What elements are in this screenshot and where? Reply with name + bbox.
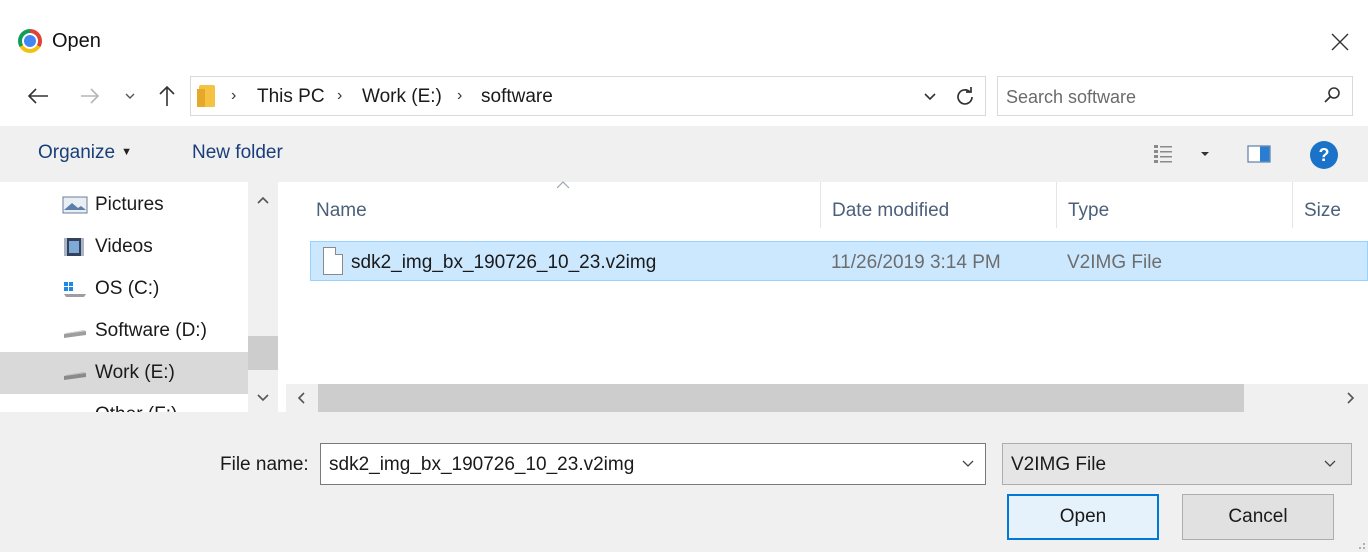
search-icon — [1324, 87, 1340, 103]
forward-button[interactable] — [72, 78, 108, 114]
help-button[interactable]: ? — [1310, 141, 1338, 169]
column-divider[interactable] — [820, 182, 821, 228]
forward-arrow-icon — [81, 88, 100, 104]
horizontal-scrollbar-thumb[interactable] — [318, 384, 1244, 412]
chevron-left-icon — [297, 392, 305, 404]
organize-label: Organize — [38, 142, 116, 163]
breadcrumb-separator-icon: › — [457, 87, 463, 104]
column-header-name[interactable]: Name — [316, 200, 367, 222]
folder-icon — [197, 85, 215, 107]
scroll-up-button[interactable] — [248, 188, 278, 212]
chrome-icon — [18, 29, 42, 53]
preview-pane-icon — [1247, 145, 1271, 163]
close-icon — [1331, 33, 1349, 51]
file-name-input[interactable] — [329, 452, 939, 478]
command-toolbar: Organize ▼ New folder — [0, 126, 1368, 182]
breadcrumb-this-pc[interactable]: This PC — [257, 86, 325, 108]
file-date-cell: 11/26/2019 3:14 PM — [831, 252, 1001, 273]
chevron-up-icon — [257, 196, 269, 204]
nav-item-pictures[interactable]: Pictures — [0, 184, 248, 226]
nav-item-label: Software (D:) — [95, 320, 207, 341]
nav-item-videos[interactable]: Videos — [0, 226, 248, 268]
chevron-down-icon — [1324, 460, 1336, 467]
scroll-right-button[interactable] — [1336, 384, 1366, 412]
chevron-down-icon — [257, 394, 269, 402]
breadcrumb-separator-icon: › — [231, 87, 237, 104]
title-bar: Open — [0, 0, 1368, 80]
os-drive-icon — [64, 282, 86, 297]
scroll-down-button[interactable] — [248, 386, 278, 410]
up-button[interactable] — [152, 78, 182, 114]
caret-down-icon — [1201, 152, 1209, 156]
column-header-type[interactable]: Type — [1068, 200, 1109, 222]
table-row[interactable]: sdk2_img_bx_190726_10_23.v2img 11/26/201… — [310, 241, 1368, 281]
breadcrumb-work-drive[interactable]: Work (E:) — [362, 86, 442, 108]
change-view-button[interactable] — [1152, 140, 1212, 168]
search-box[interactable] — [997, 76, 1353, 116]
nav-pane-scrollbar[interactable] — [248, 182, 278, 412]
chevron-down-icon — [924, 93, 936, 101]
file-list: Name Date modified Type Size — [280, 182, 1368, 382]
file-type-selected: V2IMG File — [1011, 454, 1107, 475]
nav-item-label: Pictures — [95, 194, 164, 215]
nav-item-label: Other (F:) — [95, 404, 177, 412]
address-dropdown-button[interactable] — [919, 86, 941, 108]
organize-button[interactable]: Organize ▼ — [38, 142, 132, 164]
up-arrow-icon — [159, 85, 175, 106]
chevron-right-icon — [1347, 392, 1355, 404]
address-bar[interactable]: › This PC › Work (E:) › software — [190, 76, 986, 116]
file-name-label: File name: — [220, 454, 309, 475]
drive-icon — [62, 405, 88, 412]
videos-icon — [64, 238, 84, 256]
chevron-down-icon — [125, 93, 135, 99]
preview-pane-button[interactable] — [1244, 140, 1274, 168]
nav-item-software-drive[interactable]: Software (D:) — [0, 310, 248, 352]
pictures-icon — [62, 196, 88, 214]
file-name-cell: sdk2_img_bx_190726_10_23.v2img — [351, 252, 657, 273]
column-divider[interactable] — [1056, 182, 1057, 228]
nav-item-label: Work (E:) — [95, 362, 175, 383]
column-header-size[interactable]: Size — [1304, 200, 1341, 222]
nav-item-work-drive[interactable]: Work (E:) — [0, 352, 248, 394]
drive-icon — [64, 372, 86, 380]
column-header-date-modified[interactable]: Date modified — [832, 200, 949, 222]
sort-ascending-icon — [556, 181, 570, 189]
nav-item-label: Videos — [95, 236, 153, 257]
chevron-down-icon[interactable] — [961, 456, 975, 470]
file-name-combobox[interactable] — [320, 443, 986, 485]
scroll-left-button[interactable] — [286, 384, 316, 412]
nav-item-label: OS (C:) — [95, 278, 160, 299]
cancel-button[interactable]: Cancel — [1182, 494, 1334, 540]
nav-pane-scrollbar-thumb[interactable] — [248, 336, 278, 370]
refresh-button[interactable] — [951, 83, 979, 111]
back-button[interactable] — [18, 78, 58, 114]
nav-item-os-drive[interactable]: OS (C:) — [0, 268, 248, 310]
column-divider[interactable] — [1292, 182, 1293, 228]
details-view-icon — [1154, 145, 1172, 163]
back-arrow-icon — [27, 88, 48, 104]
drive-icon — [64, 330, 86, 338]
close-button[interactable] — [1312, 20, 1368, 64]
search-input[interactable] — [1006, 84, 1296, 110]
navigation-pane: Pictures Videos OS (C:) Software (D:) Wo… — [0, 182, 280, 412]
file-type-cell: V2IMG File — [1067, 252, 1163, 273]
resize-grip-icon[interactable] — [1354, 538, 1366, 550]
window-title: Open — [52, 30, 101, 52]
nav-item-other-drive[interactable]: Other (F:) — [0, 394, 248, 412]
refresh-icon — [957, 87, 973, 105]
new-folder-button[interactable]: New folder — [192, 142, 283, 164]
recent-locations-button[interactable] — [118, 78, 142, 114]
caret-down-icon: ▼ — [121, 146, 132, 158]
breadcrumb-separator-icon: › — [337, 87, 343, 104]
open-button[interactable]: Open — [1007, 494, 1159, 540]
file-icon — [323, 247, 343, 275]
breadcrumb-software[interactable]: software — [481, 86, 553, 108]
file-type-select[interactable]: V2IMG File — [1002, 443, 1352, 485]
